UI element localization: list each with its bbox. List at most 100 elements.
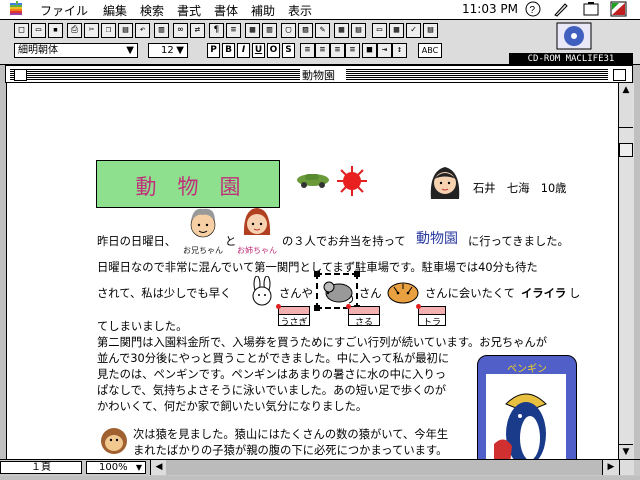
text-line: ぱなしで、気持ちよさそうに泳いでいました。あの短い足で歩くのが (97, 384, 447, 397)
scroll-thumb[interactable] (619, 143, 633, 157)
grow-box[interactable] (619, 460, 634, 475)
split-box[interactable] (619, 97, 633, 128)
frame-icon[interactable]: ▢ (281, 23, 296, 38)
copy-icon[interactable]: ❐ (101, 23, 116, 38)
insert-icon[interactable]: ▥ (154, 23, 169, 38)
italic-button[interactable]: I (237, 43, 250, 58)
close-box[interactable] (14, 69, 27, 81)
replace-icon[interactable]: ⇄ (190, 23, 205, 38)
font-size-value: 12 (161, 45, 174, 56)
paste-icon[interactable]: ▤ (118, 23, 133, 38)
align-left-icon[interactable]: ≡ (300, 43, 315, 58)
color-icon[interactable]: ■ (362, 43, 377, 58)
text-line: 並んで30分後にやっと買うことができました。中に入って私が最初に (97, 352, 450, 365)
print-icon[interactable]: ⎙ (67, 23, 82, 38)
car-icon (295, 171, 331, 192)
tag-label: うさぎ (280, 318, 308, 328)
paragraph-icon[interactable]: ¶ (209, 23, 224, 38)
undo-icon[interactable]: ↶ (135, 23, 150, 38)
text-line: さん (359, 287, 382, 300)
outline-button[interactable]: O (267, 43, 280, 58)
menu-format[interactable]: 書式 (177, 2, 201, 19)
apple-icon[interactable] (10, 1, 23, 19)
abc-button[interactable]: ABC (418, 43, 442, 58)
table-icon[interactable]: ▦ (334, 23, 349, 38)
indent-icon[interactable]: ⇥ (377, 43, 392, 58)
window-title-bar[interactable]: 動物園 (5, 65, 633, 83)
chevron-down-icon: ▼ (135, 463, 142, 472)
ruler-icon[interactable]: ▦ (245, 23, 260, 38)
heading-box: 動 物 園 (96, 160, 280, 208)
application-icon[interactable] (610, 1, 628, 20)
horizontal-scrollbar[interactable] (166, 460, 602, 475)
underline-button[interactable]: U (252, 43, 265, 58)
justify-icon[interactable]: ≡ (345, 43, 360, 58)
align-center-icon[interactable]: ≡ (315, 43, 330, 58)
shadow-button[interactable]: S (282, 43, 295, 58)
menu-view[interactable]: 表示 (288, 2, 312, 19)
cdrom-label[interactable]: CD-ROM MACLIFE31 (509, 53, 633, 65)
grid-icon[interactable]: ▦ (389, 23, 404, 38)
bold-button[interactable]: B (222, 43, 235, 58)
font-name-select[interactable]: 細明朝体 ▼ (14, 43, 138, 58)
svg-text:?: ? (530, 5, 536, 16)
binoculars-icon[interactable]: ∞ (173, 23, 188, 38)
spacing-icon[interactable]: ↕ (392, 43, 407, 58)
spell-icon[interactable]: ✓ (406, 23, 421, 38)
vertical-scrollbar[interactable]: ▲ ▼ (618, 83, 634, 459)
author-name: 石井 七海 10歳 (473, 182, 567, 195)
scroll-down-arrow-icon[interactable]: ▼ (619, 444, 633, 459)
plain-button[interactable]: P (207, 43, 220, 58)
scroll-right-arrow-icon[interactable]: ▶ (602, 460, 619, 475)
document-page[interactable]: 動 物 園 石井 七海 10歳 昨日の日曜日、 お兄ちゃん と お姉ちゃん の３… (6, 83, 619, 459)
text-line: 見たのは、ペンギンです。ペンギンはあまりの暑さに水の中に入りっ (97, 368, 447, 381)
text-line: てしまいました。 (97, 320, 188, 333)
chevron-down-icon: ▼ (126, 45, 134, 56)
chevron-down-icon: ▼ (176, 45, 184, 56)
text-line: まれたばかりの子猿が親の腹の下に必死につかまっています。 (133, 444, 448, 457)
menu-file[interactable]: ファイル (40, 2, 88, 19)
columns-icon[interactable]: ▥ (262, 23, 277, 38)
page-indicator[interactable]: １頁 (0, 461, 82, 474)
document-heading: 動 物 園 (135, 175, 241, 199)
sister-avatar-icon (241, 205, 273, 244)
draw-icon[interactable]: ✎ (315, 23, 330, 38)
brother-avatar-icon (187, 205, 219, 244)
zoom-box[interactable] (613, 69, 626, 81)
text-line: 昨日の日曜日、 (97, 235, 177, 248)
menu-font[interactable]: 書体 (214, 2, 238, 19)
align-right-icon[interactable]: ≡ (330, 43, 345, 58)
new-document-icon[interactable]: □ (14, 23, 29, 38)
tiger-icon (386, 279, 420, 308)
penguin-card: ペンギン (477, 355, 577, 459)
font-size-select[interactable]: 12 ▼ (148, 43, 188, 58)
menu-search[interactable]: 検索 (140, 2, 164, 19)
open-folder-icon[interactable]: ▭ (31, 23, 46, 38)
zoom-select[interactable]: 100% ▼ (86, 461, 146, 474)
text-line: さんに会いたくて (425, 287, 516, 300)
pencil-icon[interactable] (553, 1, 569, 20)
penguin-image (486, 374, 566, 459)
count-icon[interactable]: ▤ (423, 23, 438, 38)
cut-icon[interactable]: ✂ (84, 23, 99, 38)
scroll-up-arrow-icon[interactable]: ▲ (619, 83, 633, 98)
text-line: 第二関門は入園料金所で、入場券を買うためにすごい行列が続いています。お兄ちゃんが (97, 336, 548, 349)
text-line: 次は猿を見ました。猿山にはたくさんの数の猿がいて、今年生 (133, 428, 449, 441)
window-icon[interactable]: ▭ (372, 23, 387, 38)
text-line: に行ってきました。 (468, 235, 569, 248)
image-icon[interactable]: ▨ (298, 23, 313, 38)
save-icon[interactable]: ▪ (48, 23, 63, 38)
menu-edit[interactable]: 編集 (103, 2, 127, 19)
emphasis-word: イライラ (521, 287, 567, 300)
caption-sister: お姉ちゃん (237, 246, 277, 255)
cdrom-disk-icon[interactable] (556, 22, 592, 53)
font-name-value: 細明朝体 (18, 45, 58, 56)
sun-icon (336, 165, 368, 200)
chart-icon[interactable]: ▤ (351, 23, 366, 38)
style-icon[interactable]: ≡ (226, 23, 241, 38)
girl-avatar-icon (427, 163, 463, 204)
tag-rabbit: うさぎ (278, 306, 310, 328)
menu-tools[interactable]: 補助 (251, 2, 275, 19)
help-icon[interactable]: ? (525, 1, 541, 20)
text-line: し (569, 287, 581, 300)
